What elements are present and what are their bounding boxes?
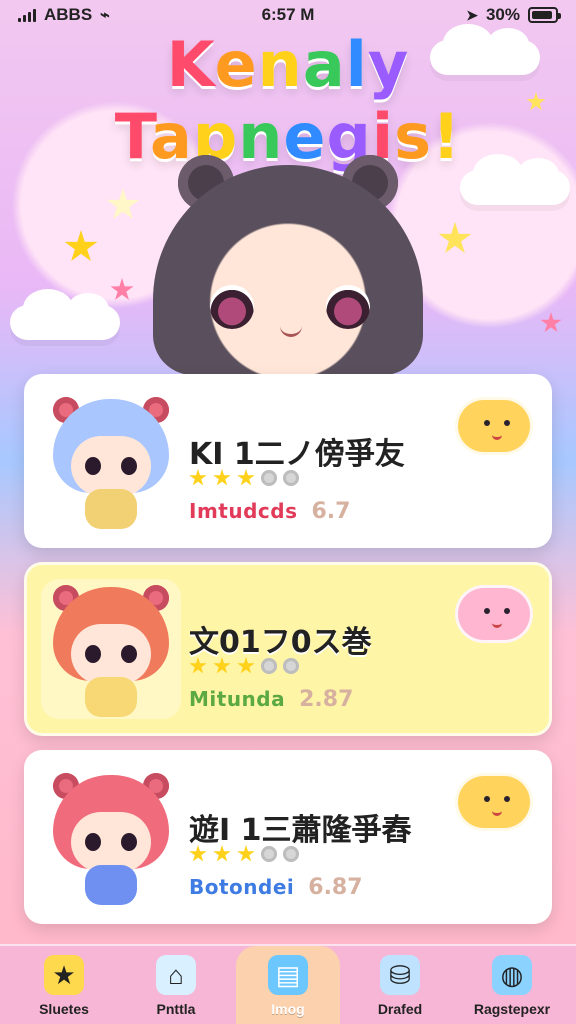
title-letter: y — [367, 28, 410, 101]
character-avatar — [41, 391, 181, 531]
character-meta: Botondei 6.87 — [189, 875, 363, 900]
character-avatar — [41, 767, 181, 907]
tab-label: Ragstepexr — [473, 1001, 551, 1017]
bottom-tab-bar: ★ Sluetes ⌂ Pnttla ▤ Imog ⛁ Drafed ◍ Rag… — [0, 944, 576, 1024]
app-title: Kenaly Tapnegis! — [0, 34, 576, 168]
character-score: 6.87 — [308, 875, 363, 900]
rating-star-icon — [237, 657, 255, 674]
mascot-eye-right — [326, 285, 370, 329]
signal-icon — [18, 8, 36, 22]
mascot-face — [210, 285, 370, 365]
book-icon: ▤ — [268, 955, 308, 995]
battery-percent-text: 30% — [485, 5, 520, 24]
outfit — [85, 865, 137, 905]
rating-stars — [189, 845, 299, 863]
wifi-icon: ⌁ — [100, 7, 110, 24]
rating-dot-icon — [261, 658, 277, 674]
tab-label: Sluetes — [39, 1001, 89, 1017]
title-letter: a — [302, 28, 346, 101]
rating-star-icon — [237, 845, 255, 862]
tab-item[interactable]: ◍ Ragstepexr — [460, 946, 564, 1024]
tab-label: Drafed — [377, 1001, 423, 1017]
eyes — [85, 833, 137, 851]
time-text: 6:57 M — [261, 5, 315, 24]
mascot-eye-left — [210, 285, 254, 329]
character-score: 2.87 — [299, 687, 354, 712]
outfit — [85, 489, 137, 529]
rating-star-icon — [213, 469, 231, 486]
home-icon: ⌂ — [156, 955, 196, 995]
tab-label: Imog — [271, 1001, 305, 1017]
character-genre: Imtudcds — [189, 499, 298, 523]
title-letter: e — [214, 28, 258, 101]
title-letter: ! — [432, 100, 462, 173]
title-letter: n — [257, 28, 303, 101]
pink-blob-icon — [455, 585, 533, 643]
title-letter: K — [166, 28, 215, 101]
rating-star-icon — [189, 845, 207, 862]
jar-icon: ⛁ — [380, 955, 420, 995]
title-letter: T — [114, 100, 151, 173]
title-letter: s — [394, 100, 433, 173]
character-score: 6.7 — [311, 499, 351, 524]
eyes — [85, 645, 137, 663]
rating-star-icon — [213, 657, 231, 674]
rating-dot-icon — [283, 470, 299, 486]
character-list: KI 1二ノ傍爭友 Imtudcds 6.7 文01フ0ス巻 Mitunda 2… — [24, 374, 552, 938]
character-card[interactable]: 文01フ0ス巻 Mitunda 2.87 — [24, 562, 552, 736]
rating-dot-icon — [283, 846, 299, 862]
cloud-decor-icon — [10, 289, 120, 340]
yellow-blob-icon — [455, 773, 533, 831]
rating-star-icon — [189, 469, 207, 486]
rating-dot-icon — [283, 658, 299, 674]
yellow-blob-icon — [455, 397, 533, 455]
character-card[interactable]: 遊I 1三蕭隆爭舂 Botondei 6.87 — [24, 750, 552, 924]
tab-item[interactable]: ⛁ Drafed — [348, 946, 452, 1024]
pacifier-icon: ◍ — [492, 955, 532, 995]
tab-item[interactable]: ▤ Imog — [236, 946, 340, 1024]
star-icon: ★ — [44, 955, 84, 995]
character-name: 遊I 1三蕭隆爭舂 — [189, 813, 412, 848]
rating-dot-icon — [261, 470, 277, 486]
carrier-text: ABBS — [44, 5, 93, 24]
mascot-mouth — [280, 325, 302, 337]
rating-star-icon — [237, 469, 255, 486]
rating-stars — [189, 657, 299, 675]
rating-dot-icon — [261, 846, 277, 862]
location-icon: ➤ — [466, 6, 478, 23]
character-meta: Mitunda 2.87 — [189, 687, 353, 712]
outfit — [85, 677, 137, 717]
rating-stars — [189, 469, 299, 487]
character-name: KI 1二ノ傍爭友 — [189, 437, 405, 472]
tab-label: Pnttla — [156, 1001, 196, 1017]
cloud-decor-icon — [460, 154, 570, 205]
character-meta: Imtudcds 6.7 — [189, 499, 350, 524]
rating-star-icon — [213, 845, 231, 862]
eyes — [85, 457, 137, 475]
rating-star-icon — [189, 657, 207, 674]
title-letter: l — [345, 28, 368, 101]
character-genre: Botondei — [189, 875, 295, 899]
character-name: 文01フ0ス巻 — [189, 625, 372, 660]
character-avatar — [41, 579, 181, 719]
character-card[interactable]: KI 1二ノ傍爭友 Imtudcds 6.7 — [24, 374, 552, 548]
tab-item[interactable]: ⌂ Pnttla — [124, 946, 228, 1024]
character-genre: Mitunda — [189, 687, 286, 711]
tab-item[interactable]: ★ Sluetes — [12, 946, 116, 1024]
battery-icon — [528, 7, 561, 23]
title-line-1: Kenaly — [0, 34, 576, 96]
